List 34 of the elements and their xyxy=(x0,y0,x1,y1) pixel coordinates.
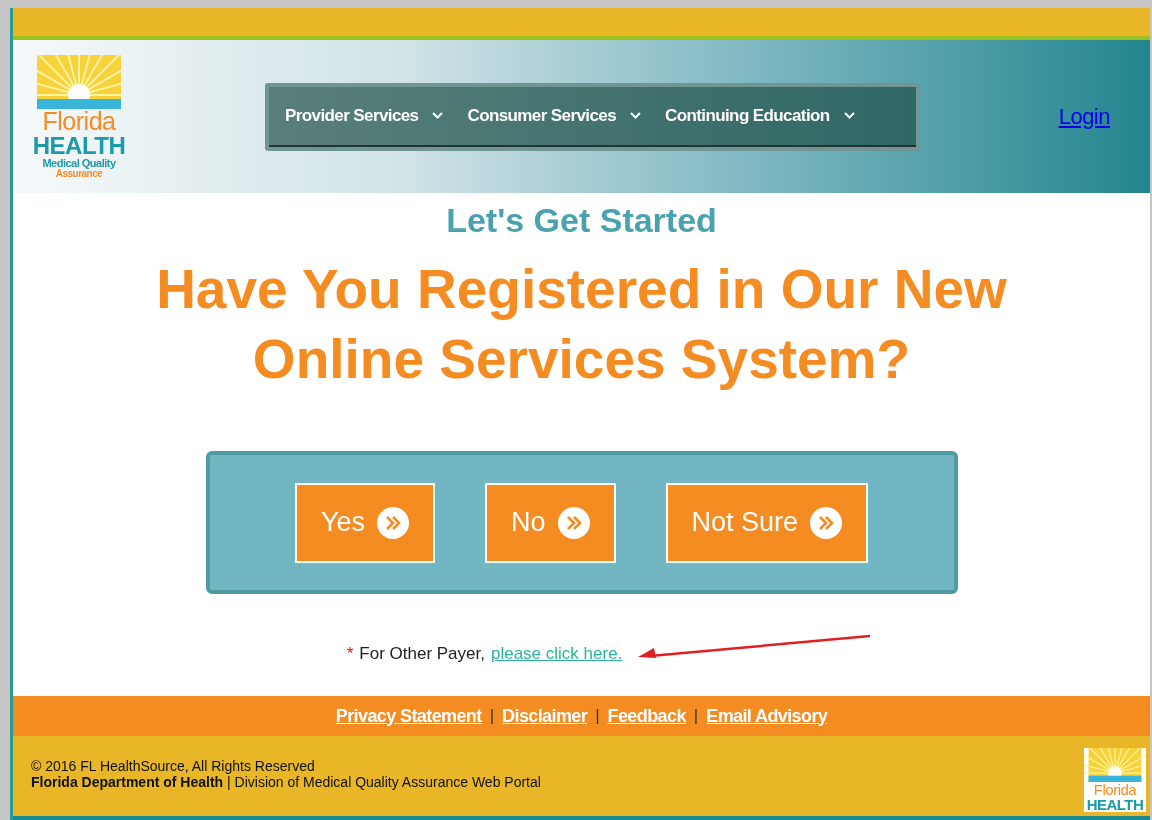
choice-button[interactable]: Yes xyxy=(294,482,435,563)
footer-link[interactable]: Email Advisory xyxy=(706,705,828,727)
nav-menu-item[interactable]: Consumer Services xyxy=(467,105,641,126)
choice-button[interactable]: Not Sure xyxy=(665,482,869,563)
chevron-down-icon xyxy=(432,112,444,119)
footer-link[interactable]: Disclaimer xyxy=(502,705,588,727)
separator: | xyxy=(595,706,600,726)
nav-menu-item[interactable]: Provider Services xyxy=(285,105,444,126)
subtitle: Let's Get Started xyxy=(446,201,717,240)
other-payer-note: * For Other Payer, please click here. xyxy=(346,644,873,664)
chevron-down-icon xyxy=(630,112,641,119)
separator: | xyxy=(489,706,495,726)
logo-text: HEALTH xyxy=(32,133,126,158)
nav-menu-item[interactable]: Continuing Education xyxy=(665,105,855,126)
copyright-text: © 2016 FL HealthSource, All Rights Reserved xyxy=(31,758,316,774)
logo-text: HEALTH xyxy=(1086,797,1144,812)
click-here-link[interactable]: please click here. xyxy=(490,644,623,664)
footer-link[interactable]: Feedback xyxy=(607,705,686,727)
arrow-icon xyxy=(636,634,873,660)
choice-button[interactable]: No xyxy=(485,482,616,563)
separator: | xyxy=(693,706,699,726)
logo-text: Florida xyxy=(42,108,116,134)
logo-text: Assurance xyxy=(55,168,103,179)
double-chevron-circle-icon xyxy=(810,506,843,539)
chevron-down-icon xyxy=(843,112,855,119)
logo-text: Florida xyxy=(1093,782,1137,797)
double-chevron-circle-icon xyxy=(557,506,590,539)
headline: Have You Registered in Our New Online Services System? xyxy=(155,257,1008,392)
logo-text: Medical Quality xyxy=(42,157,116,169)
sun-icon xyxy=(37,54,121,109)
department-text: Florida Department of Health | Division of Medical Quality Assurance Web Portal xyxy=(31,774,541,790)
double-chevron-circle-icon xyxy=(377,506,409,539)
login-link[interactable]: Login xyxy=(1058,103,1110,130)
footer-link[interactable]: Privacy Statement xyxy=(335,705,482,727)
